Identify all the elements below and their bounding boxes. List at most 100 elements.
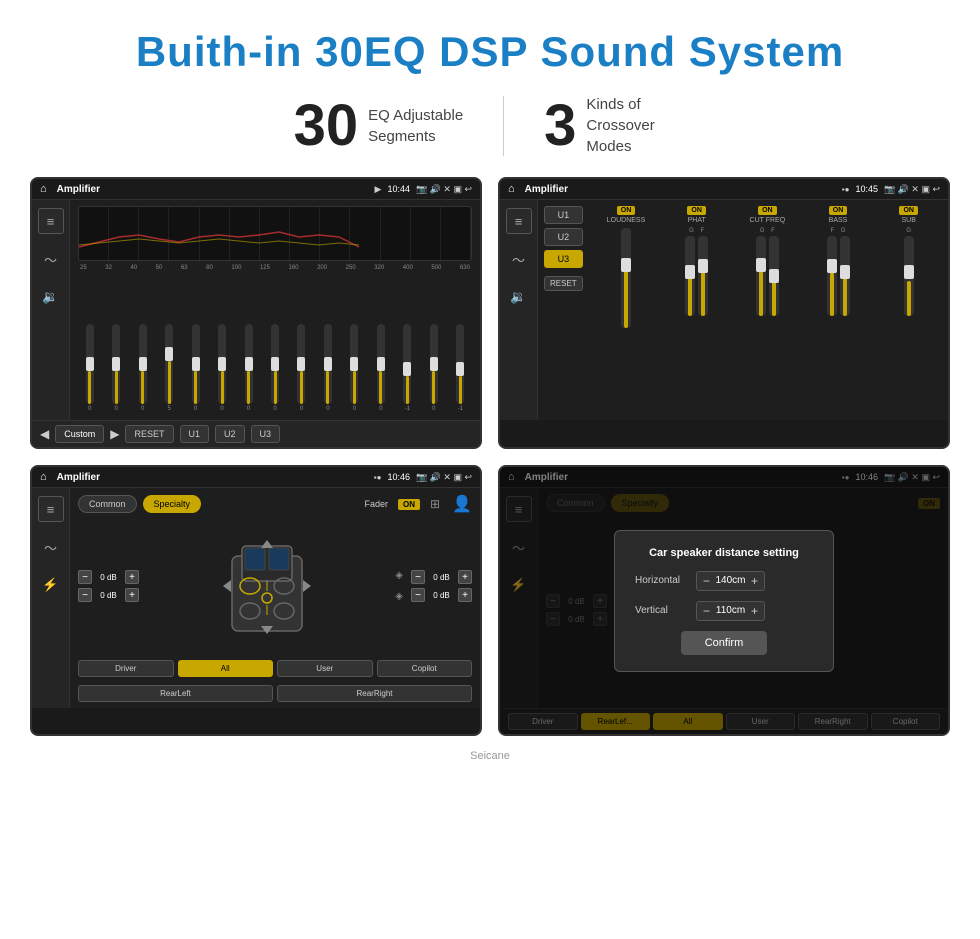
distance-dialog-overlay: Car speaker distance setting Horizontal … [500, 467, 948, 734]
phat-on[interactable]: ON [687, 206, 706, 215]
eq-slider-9[interactable]: 0 [290, 324, 313, 412]
vol-val-3: 0 dB [429, 573, 454, 582]
phat-slider-g[interactable] [685, 236, 695, 316]
left-sidebar-2: ≡ 〜 🔉 [500, 200, 538, 420]
u1-select-btn[interactable]: U1 [544, 206, 583, 224]
horizontal-plus[interactable]: + [751, 574, 758, 588]
cutfreq-slider-g[interactable] [756, 236, 766, 316]
loudness-slider[interactable] [621, 228, 631, 328]
stat-crossover: 3 Kinds ofCrossover Modes [504, 94, 726, 157]
horizontal-input[interactable]: − 140cm + [696, 571, 765, 591]
vol-plus-3[interactable]: + [458, 570, 472, 584]
sub-slider[interactable] [904, 236, 914, 316]
speaker-icon-bl: ◈ [395, 591, 403, 602]
wave-icon-2[interactable]: 〜 [506, 246, 532, 272]
left-sidebar-1: ≡ 〜 🔉 [32, 200, 70, 420]
bass-slider-g[interactable] [840, 236, 850, 316]
eq-slider-2[interactable]: 0 [104, 324, 127, 412]
vertical-input[interactable]: − 110cm + [696, 601, 765, 621]
screen1-content: ≡ 〜 🔉 2532405063 801001251 [32, 200, 480, 420]
vol-plus-1[interactable]: + [125, 570, 139, 584]
sub-on[interactable]: ON [899, 206, 918, 215]
confirm-button[interactable]: Confirm [681, 631, 768, 655]
status-icons-3: 📷 🔊 ✕ ▣ ↩ [416, 472, 472, 483]
home-icon-1[interactable]: ⌂ [40, 183, 47, 195]
vol-minus-2[interactable]: − [78, 588, 92, 602]
eq-slider-3[interactable]: 0 [131, 324, 154, 412]
prev-icon[interactable]: ◀ [40, 427, 49, 441]
cutfreq-label: CUT FREQ [750, 217, 786, 224]
vol-minus-1[interactable]: − [78, 570, 92, 584]
stat1-label: EQ AdjustableSegments [368, 105, 463, 147]
volume-icon[interactable]: 🔉 [38, 284, 64, 310]
status-icons-1: 📷 🔊 ✕ ▣ ↩ [416, 184, 472, 195]
car-panel: − 0 dB + − 0 dB + [78, 520, 472, 652]
eq-icon-2[interactable]: ≡ [506, 208, 532, 234]
eq-freq-labels: 2532405063 80100125160200 25032040050063… [78, 265, 472, 271]
reset-btn[interactable]: RESET [125, 425, 173, 443]
rearleft-btn[interactable]: RearLeft [78, 685, 273, 702]
vol-minus-3[interactable]: − [411, 570, 425, 584]
eq-icon[interactable]: ≡ [38, 208, 64, 234]
page-title: Buith-in 30EQ DSP Sound System [0, 0, 980, 94]
volume-icon-2[interactable]: 🔉 [506, 284, 532, 310]
eq-slider-5[interactable]: 0 [184, 324, 207, 412]
play-icon-1[interactable]: ▶ [375, 184, 382, 195]
mode-controls: Common Specialty Fader ON ⊞ 👤 [78, 494, 472, 514]
eq-slider-14[interactable]: 0 [422, 324, 445, 412]
eq-slider-13[interactable]: -1 [396, 324, 419, 412]
eq-slider-11[interactable]: 0 [343, 324, 366, 412]
screen-crossover: ⌂ Amplifier ▪● 10:45 📷 🔊 ✕ ▣ ↩ ≡ 〜 🔉 U1 … [498, 177, 950, 449]
bluetooth-icon-3[interactable]: ⚡ [38, 572, 64, 598]
phat-label: PHAT [688, 217, 706, 224]
u2-select-btn[interactable]: U2 [544, 228, 583, 246]
eq-slider-15[interactable]: -1 [449, 324, 472, 412]
cutfreq-slider-f[interactable] [769, 236, 779, 316]
specialty-main: Common Specialty Fader ON ⊞ 👤 − 0 dB + [70, 488, 480, 708]
eq-slider-1[interactable]: 0 [78, 324, 101, 412]
vol-row-2: − 0 dB + [78, 588, 139, 602]
eq-icon-3[interactable]: ≡ [38, 496, 64, 522]
vol-plus-2[interactable]: + [125, 588, 139, 602]
loudness-on[interactable]: ON [617, 206, 636, 215]
eq-slider-8[interactable]: 0 [263, 324, 286, 412]
bass-slider-f[interactable] [827, 236, 837, 316]
vol-minus-4[interactable]: − [411, 588, 425, 602]
horizontal-minus[interactable]: − [703, 574, 710, 588]
person-icon[interactable]: 👤 [452, 494, 472, 514]
bottom-buttons-3b: RearLeft RearRight [78, 685, 472, 702]
channel-loudness: ON LOUDNESS [593, 206, 660, 414]
eq-slider-7[interactable]: 0 [237, 324, 260, 412]
wave-icon-3[interactable]: 〜 [38, 534, 64, 560]
eq-slider-10[interactable]: 0 [316, 324, 339, 412]
crossover-reset-btn[interactable]: RESET [544, 276, 583, 291]
u2-btn[interactable]: U2 [215, 425, 245, 443]
next-icon[interactable]: ▶ [110, 427, 119, 441]
rearright-btn[interactable]: RearRight [277, 685, 472, 702]
eq-slider-12[interactable]: 0 [369, 324, 392, 412]
bass-on[interactable]: ON [829, 206, 848, 215]
vertical-minus[interactable]: − [703, 604, 710, 618]
home-icon-3[interactable]: ⌂ [40, 471, 47, 483]
eq-slider-4[interactable]: 5 [157, 324, 180, 412]
user-btn[interactable]: User [277, 660, 373, 677]
specialty-btn[interactable]: Specialty [143, 495, 202, 513]
phat-slider-f[interactable] [698, 236, 708, 316]
vertical-plus[interactable]: + [751, 604, 758, 618]
wave-icon[interactable]: 〜 [38, 246, 64, 272]
u3-btn[interactable]: U3 [251, 425, 281, 443]
home-icon-2[interactable]: ⌂ [508, 183, 515, 195]
all-btn[interactable]: All [178, 660, 274, 677]
rec-icon-3: ▪● [374, 473, 382, 482]
common-btn[interactable]: Common [78, 495, 137, 513]
vol-row-3: − 0 dB + [411, 570, 472, 584]
copilot-btn[interactable]: Copilot [377, 660, 473, 677]
driver-btn[interactable]: Driver [78, 660, 174, 677]
u1-btn[interactable]: U1 [180, 425, 210, 443]
u3-select-btn[interactable]: U3 [544, 250, 583, 268]
eq-slider-6[interactable]: 0 [210, 324, 233, 412]
vertical-row: Vertical − 110cm + [635, 601, 813, 621]
vol-plus-4[interactable]: + [458, 588, 472, 602]
fader-on[interactable]: ON [398, 499, 420, 510]
cutfreq-on[interactable]: ON [758, 206, 777, 215]
